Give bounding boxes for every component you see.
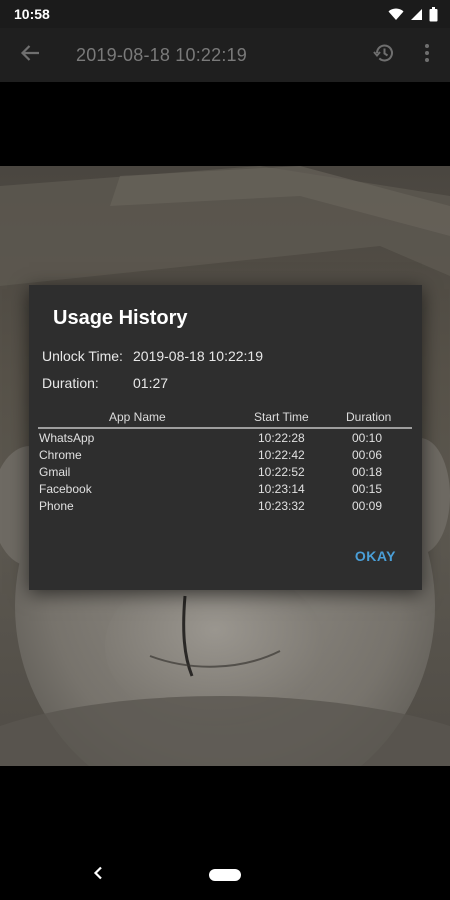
history-button[interactable]: [364, 28, 404, 82]
row-duration: 00:09: [352, 499, 383, 513]
row-duration: 00:15: [352, 482, 383, 496]
row-start-time: 10:23:32: [258, 499, 305, 513]
status-icons: [388, 6, 438, 22]
row-start-time: 10:23:14: [258, 482, 305, 496]
row-app-name: Chrome: [39, 448, 82, 462]
okay-button[interactable]: OKAY: [355, 548, 396, 564]
status-time: 10:58: [14, 6, 50, 22]
duration-label: Duration:: [42, 375, 99, 391]
signal-icon: [410, 8, 423, 21]
row-duration: 00:18: [352, 465, 383, 479]
more-options-button[interactable]: [410, 28, 444, 82]
dialog-title: Usage History: [53, 307, 188, 329]
more-vert-icon: [424, 43, 430, 68]
back-button[interactable]: [0, 28, 60, 82]
history-icon: [373, 42, 395, 69]
duration-value: 01:27: [133, 375, 169, 391]
row-app-name: Phone: [39, 499, 74, 513]
usage-table-body: WhatsApp 10:22:28 00:10 Chrome 10:22:42 …: [38, 431, 412, 516]
system-nav-bar: [0, 850, 450, 900]
column-header-duration: Duration: [346, 410, 392, 424]
row-duration: 00:10: [352, 431, 383, 445]
battery-icon: [429, 6, 438, 22]
row-start-time: 10:22:42: [258, 448, 305, 462]
row-app-name: WhatsApp: [39, 431, 95, 445]
photo-viewer: Usage History Unlock Time: 2019-08-18 10:…: [0, 82, 450, 850]
column-header-start-time: Start Time: [254, 410, 309, 424]
table-row: Chrome 10:22:42 00:06: [38, 448, 412, 465]
duration-row: Duration: 01:27: [42, 375, 168, 391]
nav-home-pill-icon[interactable]: [209, 869, 241, 881]
unlock-time-row: Unlock Time: 2019-08-18 10:22:19: [42, 348, 263, 364]
arrow-back-icon: [20, 44, 40, 67]
unlock-time-label: Unlock Time:: [42, 348, 123, 364]
nav-back-icon: [93, 866, 103, 885]
table-row: Facebook 10:23:14 00:15: [38, 482, 412, 499]
wifi-icon: [388, 8, 404, 21]
usage-history-dialog: Usage History Unlock Time: 2019-08-18 10:…: [29, 285, 422, 590]
row-start-time: 10:22:28: [258, 431, 305, 445]
table-row: WhatsApp 10:22:28 00:10: [38, 431, 412, 448]
status-bar: 10:58: [0, 0, 450, 28]
table-row: Phone 10:23:32 00:09: [38, 499, 412, 516]
row-start-time: 10:22:52: [258, 465, 305, 479]
row-duration: 00:06: [352, 448, 383, 462]
usage-table-header: App Name Start Time Duration: [38, 409, 412, 429]
table-row: Gmail 10:22:52 00:18: [38, 465, 412, 482]
page-title: 2019-08-18 10:22:19: [76, 44, 247, 65]
app-bar: 2019-08-18 10:22:19: [0, 28, 450, 82]
nav-back-button[interactable]: [88, 865, 108, 885]
row-app-name: Facebook: [39, 482, 92, 496]
unlock-time-value: 2019-08-18 10:22:19: [133, 348, 263, 364]
row-app-name: Gmail: [39, 465, 71, 479]
column-header-app-name: App Name: [109, 410, 166, 424]
